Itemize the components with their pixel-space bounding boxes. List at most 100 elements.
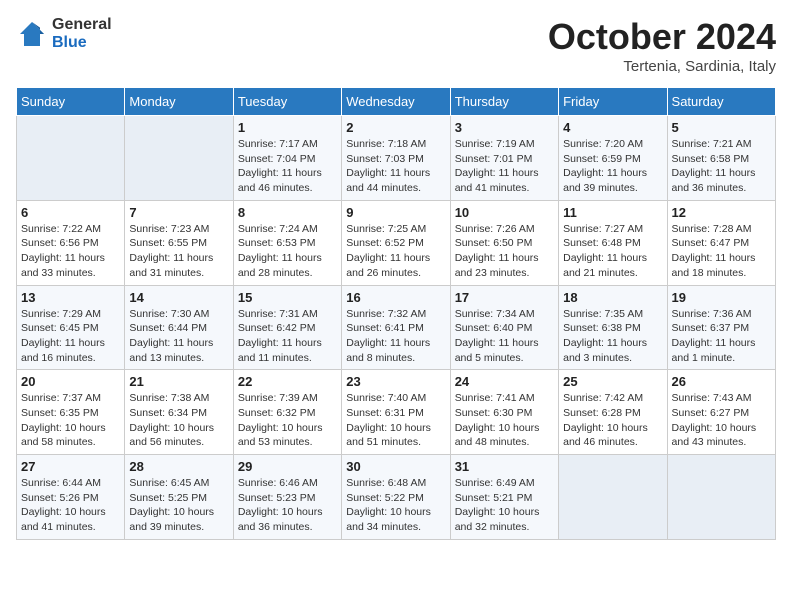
day-info: Sunrise: 7:29 AM Sunset: 6:45 PM Dayligh… <box>21 307 120 366</box>
day-number: 9 <box>346 205 445 220</box>
day-info: Sunrise: 7:39 AM Sunset: 6:32 PM Dayligh… <box>238 391 337 450</box>
calendar-cell: 29Sunrise: 6:46 AM Sunset: 5:23 PM Dayli… <box>233 455 341 540</box>
calendar-cell: 7 Sunrise: 7:23 AM Sunset: 6:55 PM Daylig… <box>125 200 233 285</box>
calendar-body: 1 Sunrise: 7:17 AM Sunset: 7:04 PM Daylig… <box>17 116 776 540</box>
calendar-cell: 12 Sunrise: 7:28 AM Sunset: 6:47 PM Dayli… <box>667 200 775 285</box>
day-info: Sunrise: 7:26 AM Sunset: 6:50 PM Dayligh… <box>455 222 554 281</box>
day-info: Sunrise: 6:49 AM Sunset: 5:21 PM Dayligh… <box>455 476 554 535</box>
calendar-cell: 19 Sunrise: 7:36 AM Sunset: 6:37 PM Dayli… <box>667 285 775 370</box>
day-of-week-monday: Monday <box>125 88 233 116</box>
calendar-cell <box>667 455 775 540</box>
calendar-cell: 26Sunrise: 7:43 AM Sunset: 6:27 PM Dayli… <box>667 370 775 455</box>
day-info: Sunrise: 7:28 AM Sunset: 6:47 PM Dayligh… <box>672 222 771 281</box>
days-of-week-row: SundayMondayTuesdayWednesdayThursdayFrid… <box>17 88 776 116</box>
calendar-cell: 25 Sunrise: 7:42 AM Sunset: 6:28 PM Dayli… <box>559 370 667 455</box>
day-info: Sunrise: 7:42 AM Sunset: 6:28 PM Dayligh… <box>563 391 662 450</box>
day-info: Sunrise: 7:40 AM Sunset: 6:31 PM Dayligh… <box>346 391 445 450</box>
day-info: Sunrise: 7:31 AM Sunset: 6:42 PM Dayligh… <box>238 307 337 366</box>
day-info: Sunrise: 6:45 AM Sunset: 5:25 PM Dayligh… <box>129 476 228 535</box>
logo: General Blue <box>16 16 112 51</box>
calendar-cell: 5Sunrise: 7:21 AM Sunset: 6:58 PM Daylig… <box>667 116 775 201</box>
logo-text: General Blue <box>52 16 112 51</box>
calendar-cell: 11Sunrise: 7:27 AM Sunset: 6:48 PM Dayli… <box>559 200 667 285</box>
day-info: Sunrise: 7:37 AM Sunset: 6:35 PM Dayligh… <box>21 391 120 450</box>
calendar-cell: 21 Sunrise: 7:38 AM Sunset: 6:34 PM Dayli… <box>125 370 233 455</box>
calendar-header: SundayMondayTuesdayWednesdayThursdayFrid… <box>17 88 776 116</box>
day-info: Sunrise: 7:43 AM Sunset: 6:27 PM Dayligh… <box>672 391 771 450</box>
calendar-cell <box>125 116 233 201</box>
calendar-cell: 20 Sunrise: 7:37 AM Sunset: 6:35 PM Dayli… <box>17 370 125 455</box>
day-info: Sunrise: 7:36 AM Sunset: 6:37 PM Dayligh… <box>672 307 771 366</box>
day-number: 27 <box>21 459 120 474</box>
day-number: 3 <box>455 120 554 135</box>
location-subtitle: Tertenia, Sardinia, Italy <box>548 58 776 75</box>
calendar-cell: 31 Sunrise: 6:49 AM Sunset: 5:21 PM Dayli… <box>450 455 558 540</box>
calendar-cell: 1 Sunrise: 7:17 AM Sunset: 7:04 PM Daylig… <box>233 116 341 201</box>
day-info: Sunrise: 7:41 AM Sunset: 6:30 PM Dayligh… <box>455 391 554 450</box>
day-info: Sunrise: 7:18 AM Sunset: 7:03 PM Dayligh… <box>346 137 445 196</box>
day-info: Sunrise: 7:34 AM Sunset: 6:40 PM Dayligh… <box>455 307 554 366</box>
logo-general-text: General <box>52 16 112 34</box>
day-info: Sunrise: 7:17 AM Sunset: 7:04 PM Dayligh… <box>238 137 337 196</box>
day-info: Sunrise: 7:30 AM Sunset: 6:44 PM Dayligh… <box>129 307 228 366</box>
day-info: Sunrise: 7:35 AM Sunset: 6:38 PM Dayligh… <box>563 307 662 366</box>
calendar-table: SundayMondayTuesdayWednesdayThursdayFrid… <box>16 87 776 540</box>
day-of-week-friday: Friday <box>559 88 667 116</box>
day-number: 23 <box>346 374 445 389</box>
calendar-cell: 18 Sunrise: 7:35 AM Sunset: 6:38 PM Dayli… <box>559 285 667 370</box>
day-of-week-tuesday: Tuesday <box>233 88 341 116</box>
day-info: Sunrise: 7:19 AM Sunset: 7:01 PM Dayligh… <box>455 137 554 196</box>
day-number: 20 <box>21 374 120 389</box>
day-number: 17 <box>455 290 554 305</box>
day-of-week-wednesday: Wednesday <box>342 88 450 116</box>
day-of-week-saturday: Saturday <box>667 88 775 116</box>
month-title: October 2024 <box>548 16 776 58</box>
day-number: 7 <box>129 205 228 220</box>
day-number: 28 <box>129 459 228 474</box>
day-number: 2 <box>346 120 445 135</box>
calendar-cell: 9 Sunrise: 7:25 AM Sunset: 6:52 PM Daylig… <box>342 200 450 285</box>
day-number: 31 <box>455 459 554 474</box>
logo-icon <box>16 18 48 50</box>
day-of-week-thursday: Thursday <box>450 88 558 116</box>
day-info: Sunrise: 7:21 AM Sunset: 6:58 PM Dayligh… <box>672 137 771 196</box>
day-number: 19 <box>672 290 771 305</box>
day-number: 15 <box>238 290 337 305</box>
day-info: Sunrise: 7:25 AM Sunset: 6:52 PM Dayligh… <box>346 222 445 281</box>
day-number: 29 <box>238 459 337 474</box>
day-info: Sunrise: 7:24 AM Sunset: 6:53 PM Dayligh… <box>238 222 337 281</box>
day-number: 1 <box>238 120 337 135</box>
day-number: 25 <box>563 374 662 389</box>
day-info: Sunrise: 7:38 AM Sunset: 6:34 PM Dayligh… <box>129 391 228 450</box>
week-row-3: 13Sunrise: 7:29 AM Sunset: 6:45 PM Dayli… <box>17 285 776 370</box>
week-row-5: 27 Sunrise: 6:44 AM Sunset: 5:26 PM Dayli… <box>17 455 776 540</box>
day-number: 18 <box>563 290 662 305</box>
calendar-cell: 30Sunrise: 6:48 AM Sunset: 5:22 PM Dayli… <box>342 455 450 540</box>
day-number: 8 <box>238 205 337 220</box>
calendar-cell: 23 Sunrise: 7:40 AM Sunset: 6:31 PM Dayli… <box>342 370 450 455</box>
day-number: 6 <box>21 205 120 220</box>
page-header: General Blue October 2024 Tertenia, Sard… <box>16 16 776 75</box>
calendar-cell: 8 Sunrise: 7:24 AM Sunset: 6:53 PM Daylig… <box>233 200 341 285</box>
day-info: Sunrise: 7:27 AM Sunset: 6:48 PM Dayligh… <box>563 222 662 281</box>
day-number: 12 <box>672 205 771 220</box>
day-info: Sunrise: 6:48 AM Sunset: 5:22 PM Dayligh… <box>346 476 445 535</box>
title-block: October 2024 Tertenia, Sardinia, Italy <box>548 16 776 75</box>
day-number: 24 <box>455 374 554 389</box>
calendar-cell <box>17 116 125 201</box>
day-info: Sunrise: 7:20 AM Sunset: 6:59 PM Dayligh… <box>563 137 662 196</box>
day-number: 4 <box>563 120 662 135</box>
calendar-cell: 14 Sunrise: 7:30 AM Sunset: 6:44 PM Dayli… <box>125 285 233 370</box>
calendar-cell: 10Sunrise: 7:26 AM Sunset: 6:50 PM Dayli… <box>450 200 558 285</box>
day-info: Sunrise: 6:44 AM Sunset: 5:26 PM Dayligh… <box>21 476 120 535</box>
day-number: 22 <box>238 374 337 389</box>
week-row-2: 6 Sunrise: 7:22 AM Sunset: 6:56 PM Daylig… <box>17 200 776 285</box>
calendar-cell: 28 Sunrise: 6:45 AM Sunset: 5:25 PM Dayli… <box>125 455 233 540</box>
day-info: Sunrise: 7:32 AM Sunset: 6:41 PM Dayligh… <box>346 307 445 366</box>
week-row-4: 20 Sunrise: 7:37 AM Sunset: 6:35 PM Dayli… <box>17 370 776 455</box>
day-info: Sunrise: 7:22 AM Sunset: 6:56 PM Dayligh… <box>21 222 120 281</box>
day-info: Sunrise: 7:23 AM Sunset: 6:55 PM Dayligh… <box>129 222 228 281</box>
day-number: 21 <box>129 374 228 389</box>
day-number: 14 <box>129 290 228 305</box>
logo-blue-text: Blue <box>52 34 112 52</box>
